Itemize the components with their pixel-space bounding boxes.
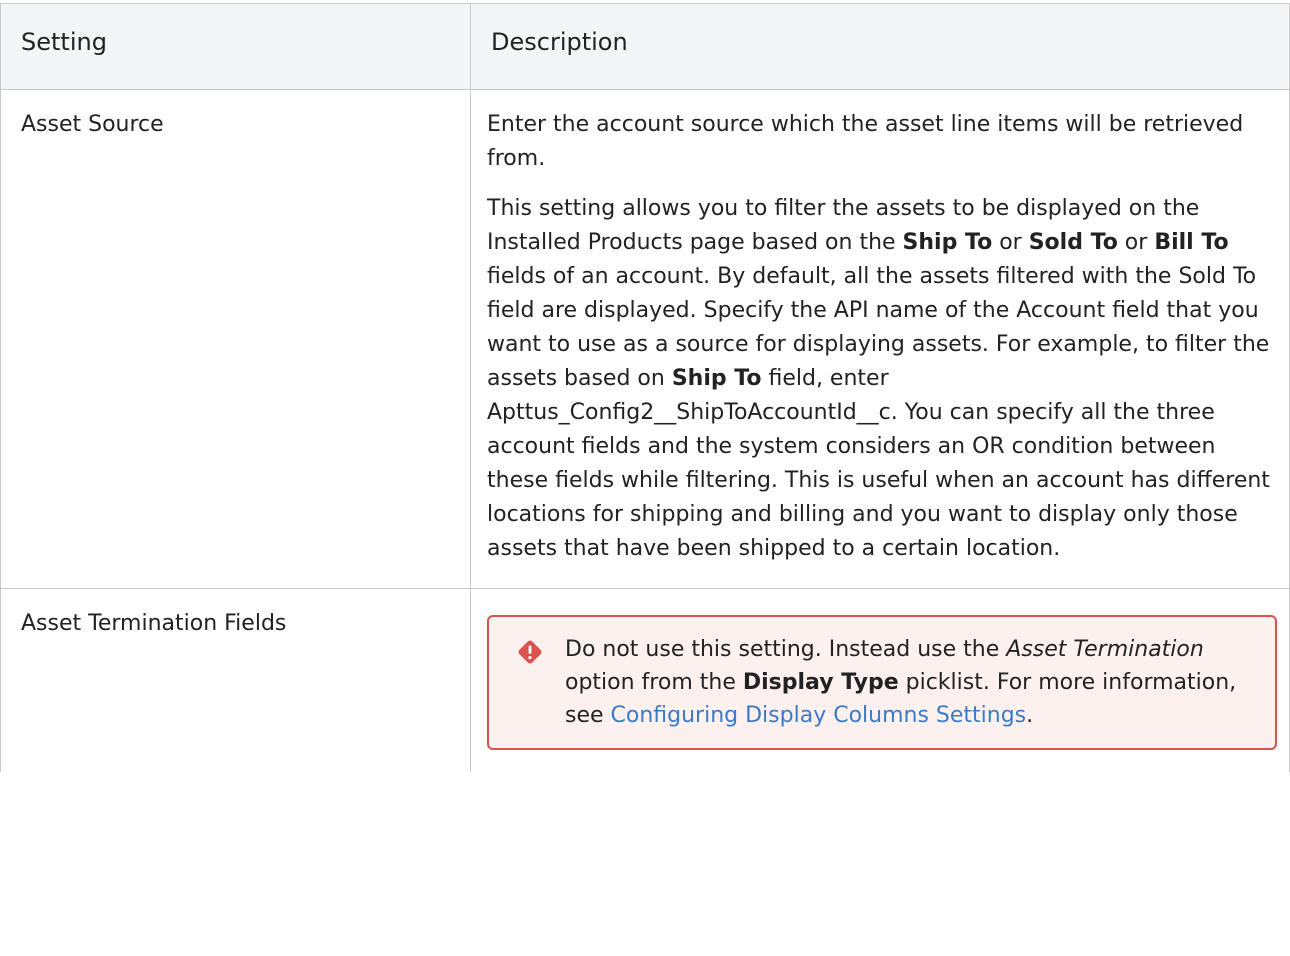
- table-header-row: Setting Description: [0, 3, 1290, 90]
- bold-term: Ship To: [671, 366, 762, 391]
- table-row: Asset Termination Fields Do not use this…: [0, 588, 1290, 772]
- text-run: .: [1026, 703, 1034, 728]
- setting-name: Asset Termination Fields: [0, 588, 471, 772]
- setting-description: Enter the account source which the asset…: [470, 89, 1290, 589]
- description-paragraph: Enter the account source which the asset…: [487, 112, 1244, 171]
- warning-callout: Do not use this setting. Instead use the…: [487, 615, 1277, 750]
- settings-table: Setting Description Asset Source Enter t…: [0, 3, 1290, 772]
- bold-term: Bill To: [1154, 230, 1229, 255]
- text-run: or: [1117, 230, 1155, 255]
- bold-term: Ship To: [902, 230, 993, 255]
- italic-term: Asset Termination: [1006, 637, 1204, 662]
- setting-name: Asset Source: [0, 89, 471, 589]
- bold-term: Sold To: [1028, 230, 1118, 255]
- header-description: Description: [470, 3, 1290, 90]
- header-setting: Setting: [0, 3, 471, 90]
- text-run: field, enter Apttus_Config2__ShipToAccou…: [487, 366, 1270, 561]
- bold-term: Display Type: [742, 670, 899, 695]
- setting-description: Do not use this setting. Instead use the…: [470, 588, 1290, 772]
- warning-diamond-icon: [518, 640, 542, 664]
- description-paragraph: This setting allows you to filter the as…: [487, 192, 1271, 566]
- text-run: option from the: [565, 670, 743, 695]
- configuring-display-columns-link[interactable]: Configuring Display Columns Settings: [611, 703, 1027, 728]
- text-run: Do not use this setting. Instead use the: [565, 637, 1007, 662]
- text-run: or: [992, 230, 1029, 255]
- table-row: Asset Source Enter the account source wh…: [0, 89, 1290, 589]
